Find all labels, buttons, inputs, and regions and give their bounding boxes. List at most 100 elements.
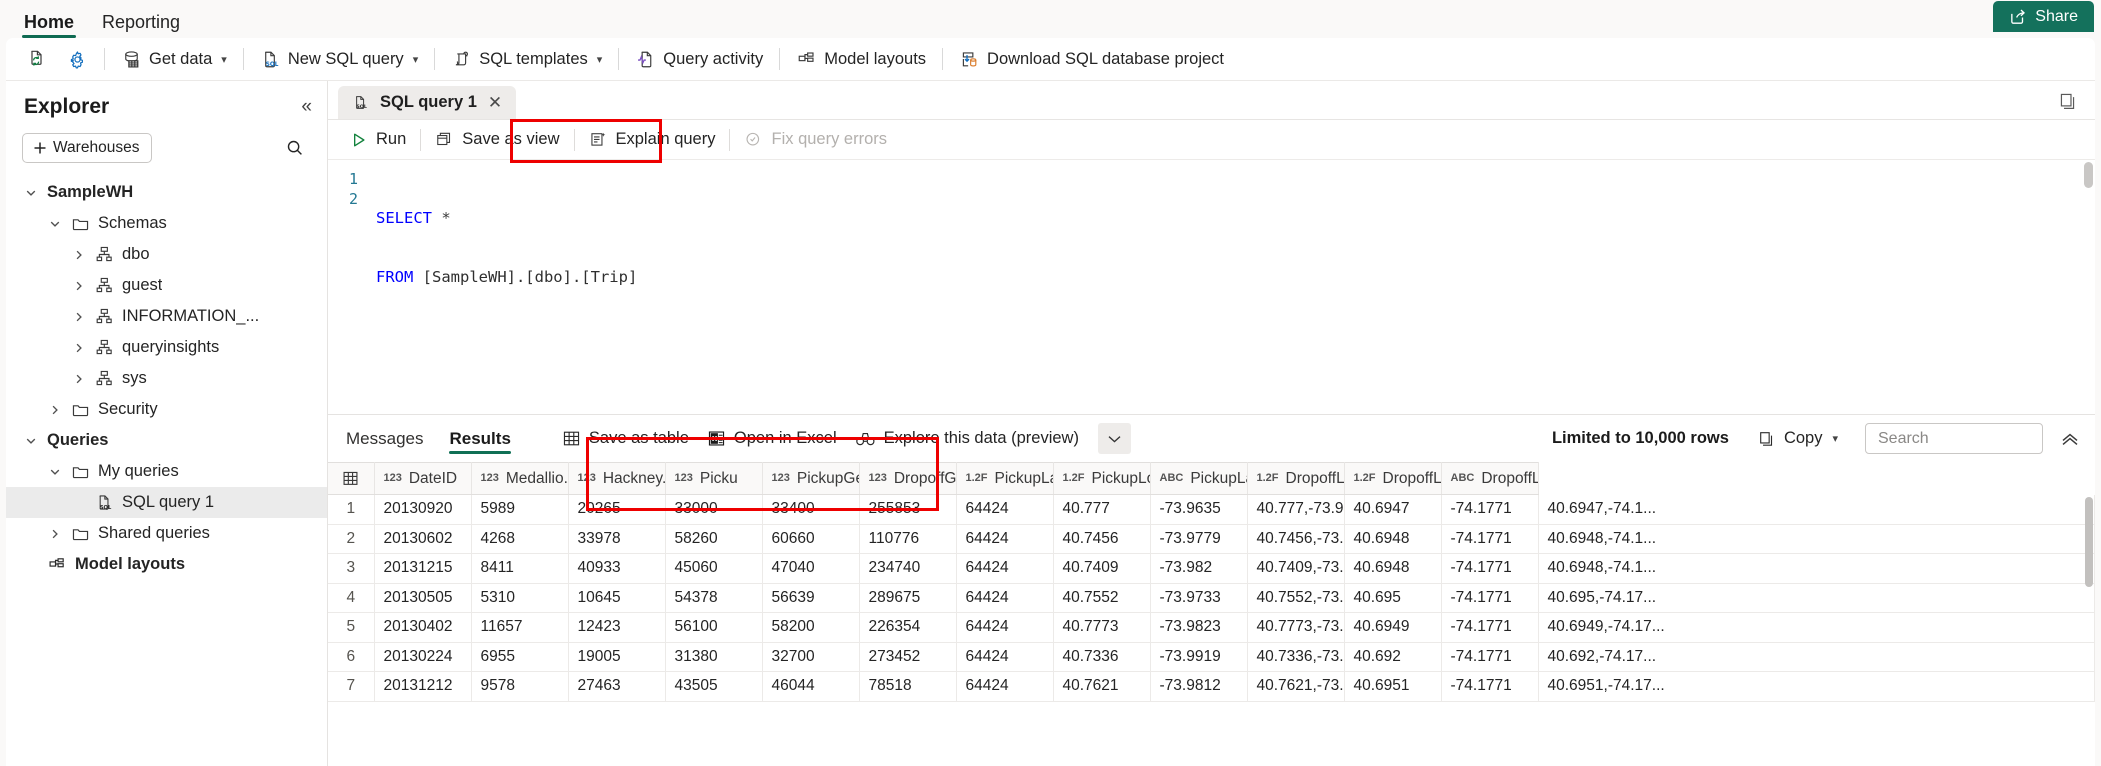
tree-item-samplewh[interactable]: SampleWH bbox=[6, 177, 327, 208]
grid-column-header[interactable]: 123 DateID bbox=[374, 462, 472, 495]
table-row[interactable]: 5 20130402 11657 12423 56100 58200 226354 64424… bbox=[328, 612, 2095, 643]
chevron-right-icon[interactable] bbox=[70, 373, 87, 385]
grid-cell[interactable]: 64424 bbox=[956, 583, 1054, 613]
grid-cell[interactable]: 40.6949,-74.17... bbox=[1538, 612, 2095, 643]
tab-results[interactable]: Results bbox=[449, 415, 512, 462]
grid-cell[interactable]: 78518 bbox=[859, 671, 957, 702]
code-vertical-scrollbar[interactable] bbox=[2081, 160, 2095, 414]
grid-column-header[interactable]: 123 DropoffG... bbox=[859, 462, 957, 495]
collapse-left-icon[interactable]: « bbox=[301, 96, 311, 118]
grid-column-header[interactable]: ABC DropoffL... bbox=[1441, 462, 1539, 495]
collapse-up-icon[interactable] bbox=[2059, 431, 2081, 447]
grid-cell[interactable]: 64424 bbox=[956, 553, 1054, 584]
tree-item-dbo[interactable]: dbo bbox=[6, 239, 327, 270]
sql-templates-button[interactable]: SQL templates ▾ bbox=[442, 43, 611, 75]
grid-cell[interactable]: 20130402 bbox=[374, 612, 472, 643]
save-as-table-button[interactable]: Save as table bbox=[553, 424, 698, 454]
ribbon-tab-home[interactable]: Home bbox=[10, 13, 88, 38]
grid-cell[interactable]: -73.9733 bbox=[1150, 583, 1248, 613]
table-row[interactable]: 4 20130505 5310 10645 54378 56639 289675 64424 4… bbox=[328, 583, 2095, 613]
search-input[interactable] bbox=[1876, 428, 2032, 449]
query-tab-sql-query-1[interactable]: SQL SQL query 1 ✕ bbox=[338, 86, 517, 119]
grid-cell[interactable]: 40.695 bbox=[1344, 583, 1442, 613]
search-results-box[interactable] bbox=[1865, 423, 2043, 454]
grid-cell[interactable]: 19005 bbox=[568, 642, 666, 672]
grid-cell[interactable]: -74.1771 bbox=[1441, 553, 1539, 584]
grid-cell[interactable]: 40.7336,-73.9... bbox=[1247, 642, 1345, 672]
new-sql-query-button[interactable]: SQL New SQL query ▾ bbox=[251, 43, 427, 75]
open-in-excel-button[interactable]: X Open in Excel bbox=[698, 424, 846, 454]
grid-cell[interactable]: 12423 bbox=[568, 612, 666, 643]
grid-cell[interactable]: 54378 bbox=[665, 583, 763, 613]
grid-cell[interactable]: -73.982 bbox=[1150, 553, 1248, 584]
grid-cell[interactable]: 40.6948,-74.1... bbox=[1538, 524, 2095, 554]
grid-cell[interactable]: 40933 bbox=[568, 553, 666, 584]
table-row[interactable]: 3 20131215 8411 40933 45060 47040 234740 64424 4… bbox=[328, 553, 2095, 584]
grid-cell[interactable]: -74.1771 bbox=[1441, 583, 1539, 613]
tree-item-my-queries[interactable]: My queries bbox=[6, 456, 327, 487]
grid-cell[interactable]: 40.7621 bbox=[1053, 671, 1151, 702]
tab-messages[interactable]: Messages bbox=[346, 415, 423, 462]
grid-cell[interactable]: 40.6951,-74.17... bbox=[1538, 671, 2095, 702]
grid-cell[interactable]: 40.695,-74.17... bbox=[1538, 583, 2095, 613]
grid-cell[interactable]: 64424 bbox=[956, 671, 1054, 702]
grid-cell[interactable]: 20130920 bbox=[374, 494, 472, 525]
grid-cell[interactable]: 40.777,-73.96... bbox=[1247, 494, 1345, 525]
grid-cell[interactable]: 273452 bbox=[859, 642, 957, 672]
grid-cell[interactable]: -73.9919 bbox=[1150, 642, 1248, 672]
grid-cell[interactable]: 64424 bbox=[956, 642, 1054, 672]
chevron-right-icon[interactable] bbox=[46, 404, 63, 416]
grid-cell[interactable]: 40.7409,-73.9... bbox=[1247, 553, 1345, 584]
grid-cell[interactable]: -73.9812 bbox=[1150, 671, 1248, 702]
grid-cell[interactable]: 11657 bbox=[471, 612, 569, 643]
grid-cell[interactable]: 289675 bbox=[859, 583, 957, 613]
grid-cell[interactable]: 10645 bbox=[568, 583, 666, 613]
results-grid-container[interactable]: 123 DateID 123 Medallio... 123 Hackney... 123 P… bbox=[328, 462, 2095, 766]
grid-cell[interactable]: 33000 bbox=[665, 494, 763, 525]
grid-cell[interactable]: 40.7552,-73.9... bbox=[1247, 583, 1345, 613]
grid-cell[interactable]: 40.6948 bbox=[1344, 524, 1442, 554]
grid-cell[interactable]: 40.6951 bbox=[1344, 671, 1442, 702]
grid-cell[interactable]: 40.7456,-73.9... bbox=[1247, 524, 1345, 554]
grid-cell[interactable]: 40.6947 bbox=[1344, 494, 1442, 525]
results-overflow-button[interactable] bbox=[1097, 423, 1131, 454]
model-layouts-button[interactable]: Model layouts bbox=[787, 43, 935, 75]
chevron-right-icon[interactable] bbox=[70, 342, 87, 354]
grid-column-header[interactable]: 1.2F DropoffL... bbox=[1344, 462, 1442, 495]
grid-cell[interactable]: 58260 bbox=[665, 524, 763, 554]
grid-cell[interactable]: 40.7773 bbox=[1053, 612, 1151, 643]
grid-cell[interactable]: 47040 bbox=[762, 553, 860, 584]
chevron-down-icon[interactable] bbox=[46, 218, 63, 230]
copy-tab-icon[interactable] bbox=[2058, 91, 2079, 112]
grid-cell[interactable]: 226354 bbox=[859, 612, 957, 643]
grid-cell[interactable]: 40.7552 bbox=[1053, 583, 1151, 613]
grid-cell[interactable]: 60660 bbox=[762, 524, 860, 554]
copy-results-button[interactable]: Copy ▾ bbox=[1749, 424, 1847, 454]
explore-this-data-button[interactable]: Explore this data (preview) bbox=[846, 424, 1088, 454]
grid-select-all-cell[interactable] bbox=[328, 462, 375, 495]
results-grid[interactable]: 123 DateID 123 Medallio... 123 Hackney... 123 P… bbox=[328, 462, 2095, 702]
grid-cell[interactable]: 9578 bbox=[471, 671, 569, 702]
grid-cell[interactable]: 40.692,-74.17... bbox=[1538, 642, 2095, 672]
grid-cell[interactable]: 40.7773,-73.9... bbox=[1247, 612, 1345, 643]
chevron-down-icon[interactable] bbox=[46, 466, 63, 478]
grid-cell[interactable]: -74.1771 bbox=[1441, 494, 1539, 525]
fix-query-errors-button[interactable]: Fix query errors bbox=[734, 125, 897, 155]
grid-cell[interactable]: -74.1771 bbox=[1441, 671, 1539, 702]
query-activity-button[interactable]: Query activity bbox=[626, 43, 772, 75]
tree-item-information[interactable]: INFORMATION_... bbox=[6, 301, 327, 332]
grid-cell[interactable]: 40.6948,-74.1... bbox=[1538, 553, 2095, 584]
grid-column-header[interactable]: 123 Picku bbox=[665, 462, 763, 495]
grid-column-header[interactable]: 123 Medallio... bbox=[471, 462, 569, 495]
explain-query-button[interactable]: Explain query bbox=[579, 125, 726, 155]
grid-cell[interactable]: 5310 bbox=[471, 583, 569, 613]
grid-cell[interactable]: 40.7456 bbox=[1053, 524, 1151, 554]
grid-cell[interactable]: 40.7336 bbox=[1053, 642, 1151, 672]
tree-item-guest[interactable]: guest bbox=[6, 270, 327, 301]
chevron-right-icon[interactable] bbox=[70, 249, 87, 261]
grid-cell[interactable]: 110776 bbox=[859, 524, 957, 554]
grid-cell[interactable]: 64424 bbox=[956, 524, 1054, 554]
grid-cell[interactable]: 6955 bbox=[471, 642, 569, 672]
grid-cell[interactable]: -73.9635 bbox=[1150, 494, 1248, 525]
grid-cell[interactable]: 40.6947,-74.1... bbox=[1538, 494, 2095, 525]
